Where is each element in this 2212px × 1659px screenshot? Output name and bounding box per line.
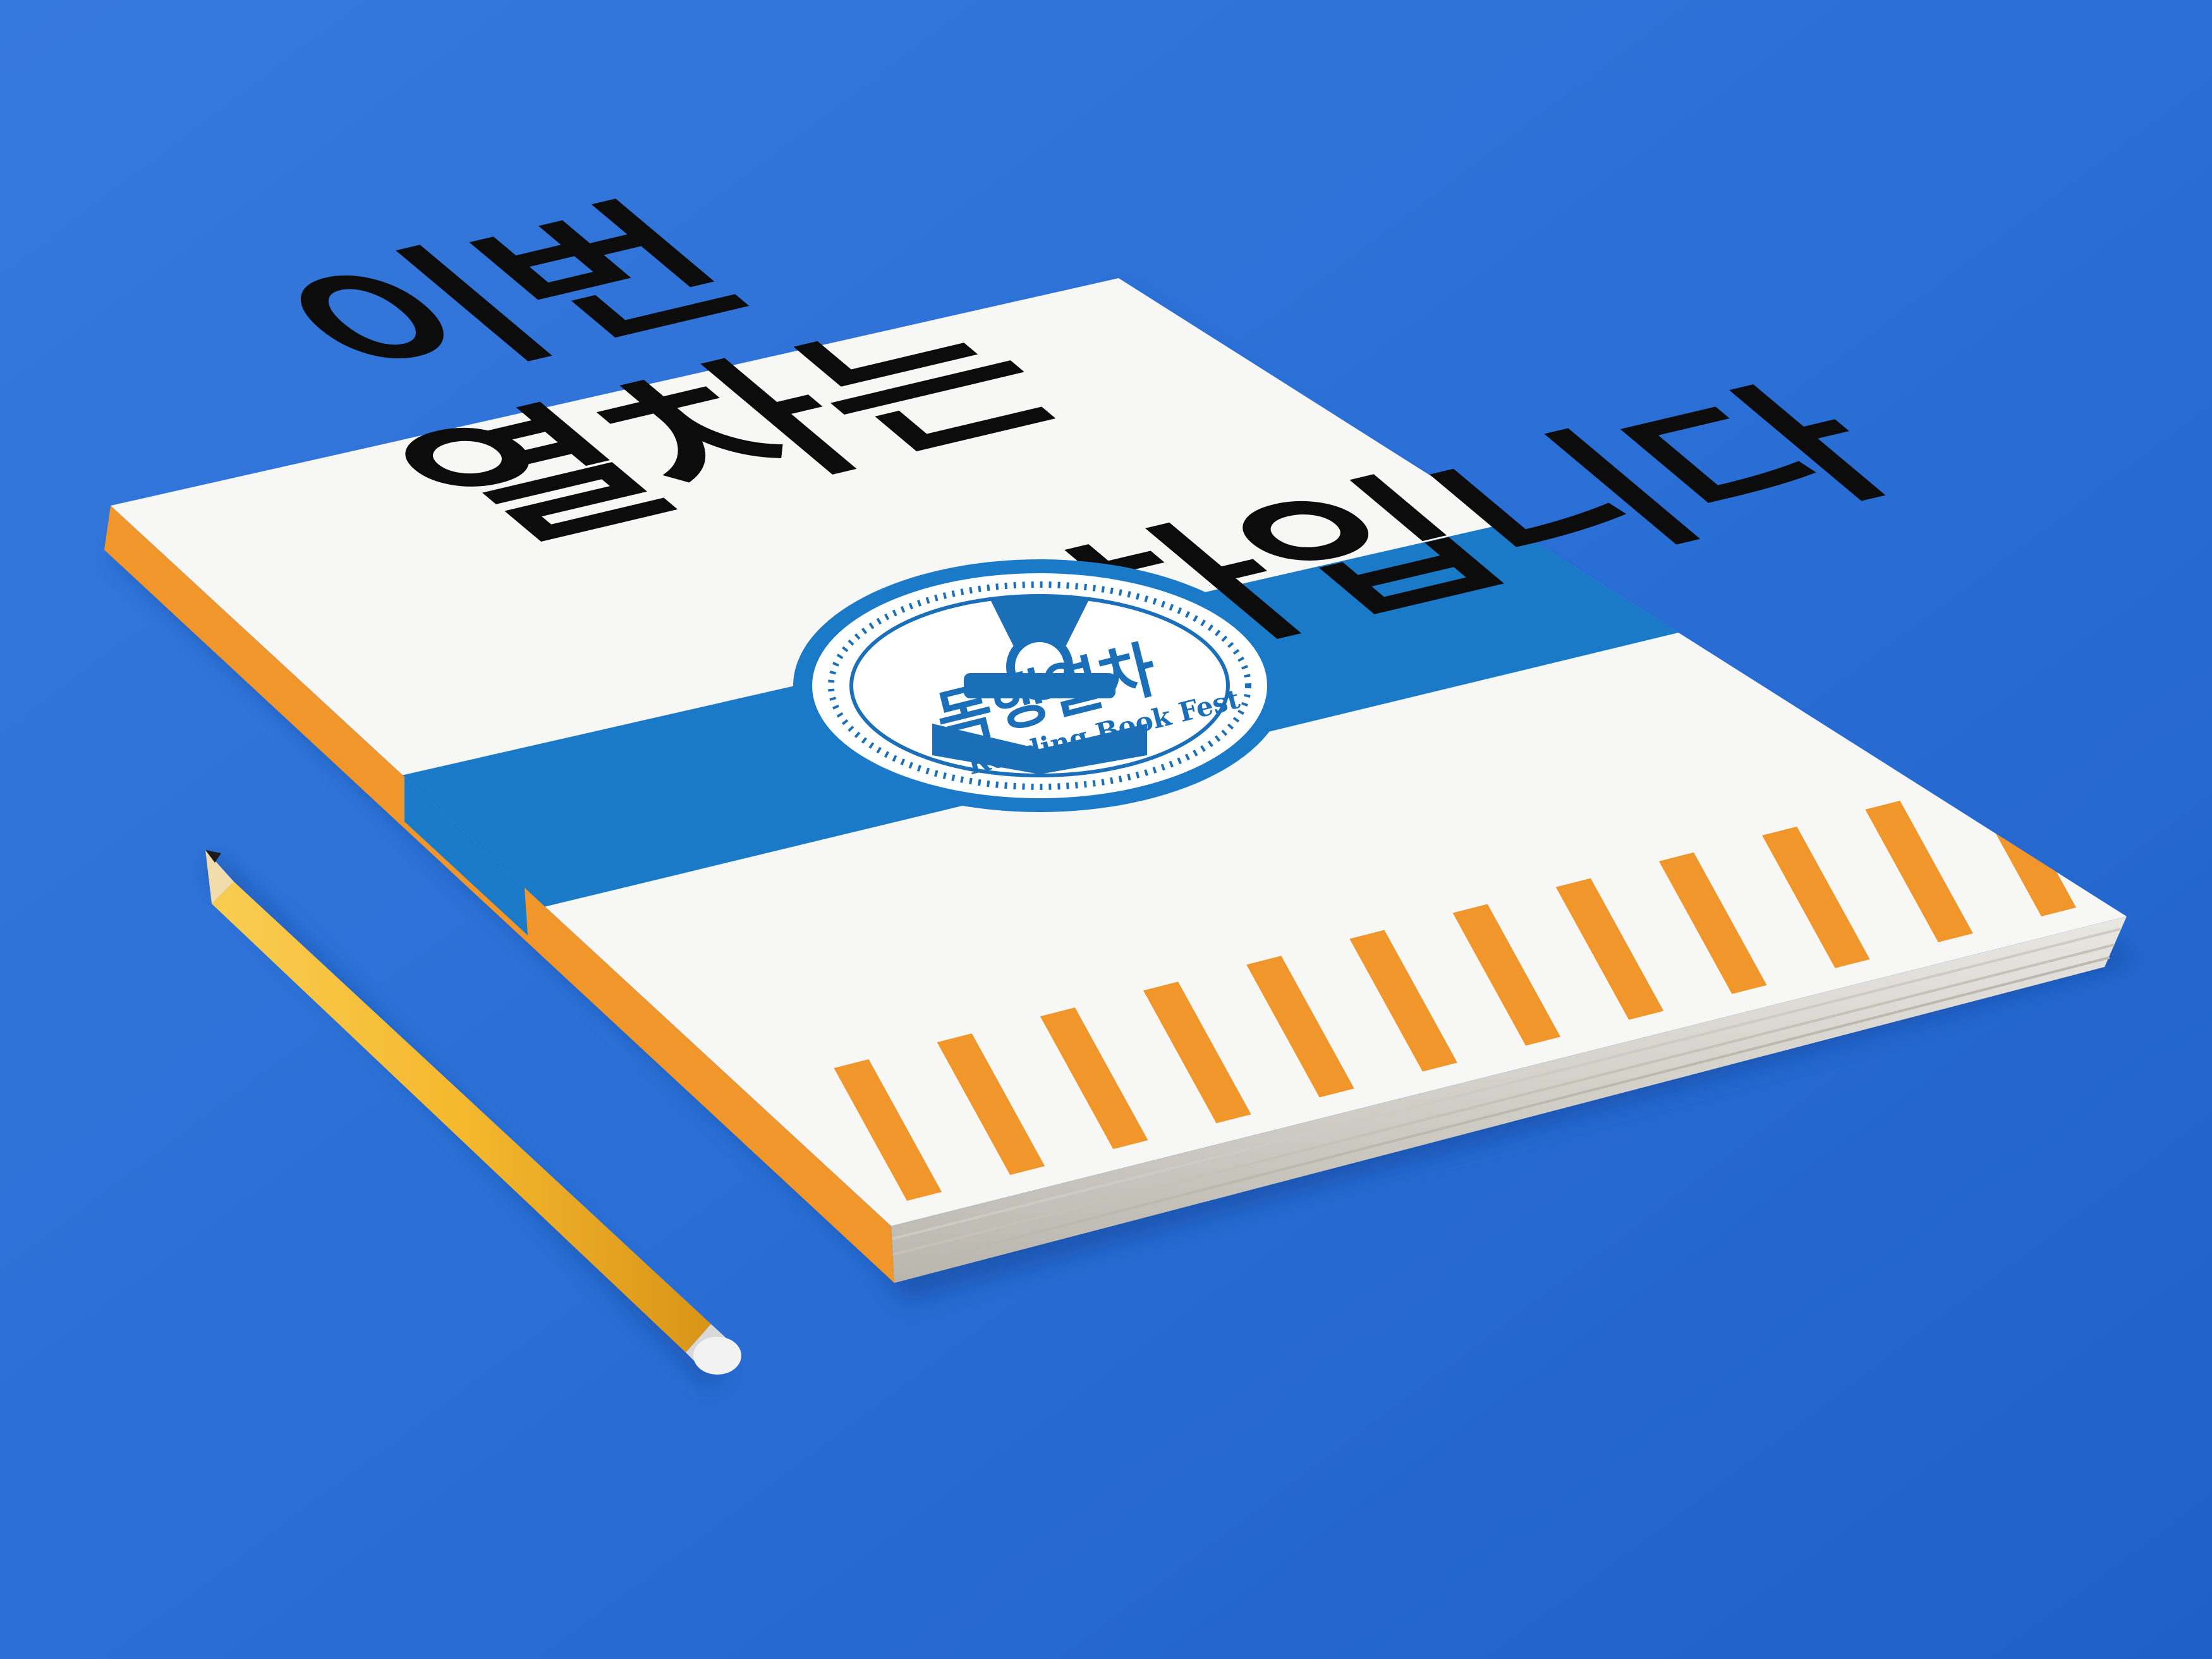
logo-badge: 독행열차 Reading Book Fest bbox=[793, 559, 1286, 812]
pencil-eraser bbox=[693, 1337, 741, 1375]
scene: 이번 열차는 열차입니다 독행열차 Reading Book Fest bbox=[0, 0, 2212, 1659]
